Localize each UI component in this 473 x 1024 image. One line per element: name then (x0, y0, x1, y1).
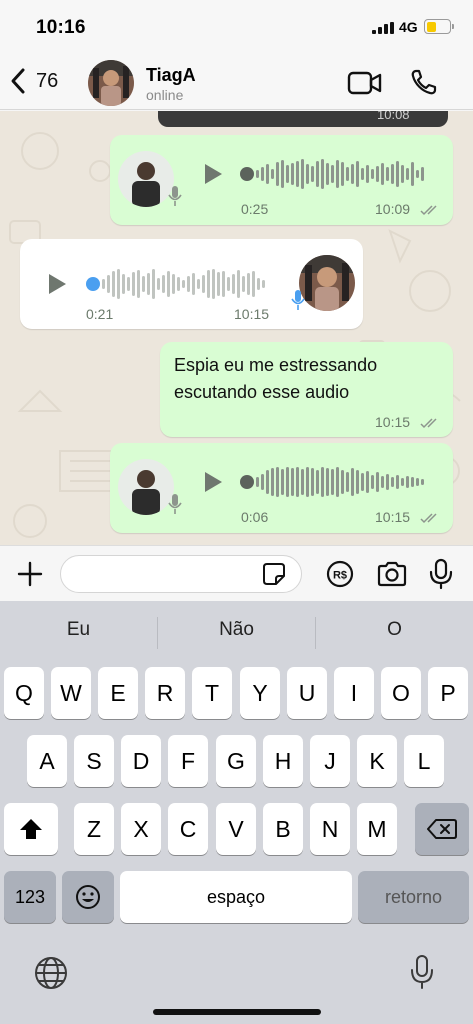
voice-message[interactable]: 0:06 10:15 (110, 443, 453, 533)
key-t[interactable]: T (192, 667, 232, 719)
chat-area[interactable]: 10:08 0:25 10:09 0:21 10:15 Espia eu me … (0, 111, 473, 545)
key-w[interactable]: W (51, 667, 91, 719)
key-z[interactable]: Z (74, 803, 114, 855)
play-icon[interactable] (202, 163, 224, 185)
voice-note-mic-icon (168, 186, 182, 206)
plus-icon[interactable] (16, 560, 44, 588)
unread-count: 76 (36, 69, 59, 92)
suggestion[interactable]: Eu (0, 619, 157, 641)
svg-text:R$: R$ (333, 570, 347, 582)
key-u[interactable]: U (287, 667, 327, 719)
battery-icon (424, 19, 451, 34)
key-a[interactable]: A (27, 735, 67, 787)
status-bar: 10:16 4G (0, 0, 473, 52)
key-v[interactable]: V (216, 803, 256, 855)
chat-header: 76 TiagA online (0, 52, 473, 110)
read-receipt-icon (420, 513, 437, 524)
key-g[interactable]: G (216, 735, 256, 787)
contact-status: online (146, 87, 184, 103)
key-f[interactable]: F (168, 735, 208, 787)
emoji-icon (76, 885, 100, 909)
sender-avatar (299, 255, 355, 311)
key-d[interactable]: D (121, 735, 161, 787)
message-time: 10:15 (375, 509, 411, 525)
chevron-left-icon (11, 68, 25, 94)
contact-name[interactable]: TiagA (146, 65, 196, 86)
key-p[interactable]: P (428, 667, 468, 719)
video-call-icon[interactable] (347, 70, 383, 96)
voice-duration: 0:06 (241, 509, 269, 525)
voice-duration: 0:25 (241, 201, 269, 217)
voice-duration: 0:21 (86, 306, 114, 322)
message-line: escutando esse audio (174, 382, 350, 402)
shift-key[interactable] (4, 803, 58, 855)
voice-message[interactable]: 0:25 10:09 (110, 135, 453, 225)
numbers-key[interactable]: 123 (4, 871, 56, 923)
dictation-mic-icon[interactable] (409, 954, 435, 990)
suggestion[interactable]: Não (158, 619, 315, 641)
key-s[interactable]: S (74, 735, 114, 787)
message-time: 10:15 (375, 414, 411, 430)
key-x[interactable]: X (121, 803, 161, 855)
return-key[interactable]: retorno (358, 871, 469, 923)
waveform[interactable] (102, 268, 265, 300)
space-key[interactable]: espaço (120, 871, 352, 923)
sender-avatar (118, 459, 174, 515)
key-k[interactable]: K (357, 735, 397, 787)
key-i[interactable]: I (334, 667, 374, 719)
voice-note-mic-icon (168, 494, 182, 514)
key-b[interactable]: B (263, 803, 303, 855)
camera-icon[interactable] (376, 560, 408, 588)
message-text: Espia eu me estressando escutando esse a… (174, 352, 377, 406)
voice-note-mic-icon (291, 290, 305, 310)
waveform[interactable] (256, 466, 424, 498)
signal-icon (372, 22, 394, 34)
home-indicator[interactable] (153, 1009, 321, 1015)
key-c[interactable]: C (168, 803, 208, 855)
playback-position-dot[interactable] (240, 475, 254, 489)
key-q[interactable]: Q (4, 667, 44, 719)
voice-message[interactable]: 0:21 10:15 (20, 239, 363, 329)
key-y[interactable]: Y (240, 667, 280, 719)
payment-icon[interactable]: R$ (326, 560, 354, 588)
key-h[interactable]: H (263, 735, 303, 787)
phone-call-icon[interactable] (410, 68, 438, 96)
suggestion[interactable]: O (316, 619, 473, 641)
message-time: 10:09 (375, 201, 411, 217)
key-j[interactable]: J (310, 735, 350, 787)
playback-position-dot[interactable] (240, 167, 254, 181)
key-l[interactable]: L (404, 735, 444, 787)
delete-key[interactable] (415, 803, 469, 855)
read-receipt-icon (420, 205, 437, 216)
playback-position-dot[interactable] (86, 277, 100, 291)
emoji-key[interactable] (62, 871, 114, 923)
waveform[interactable] (256, 158, 424, 190)
key-n[interactable]: N (310, 803, 350, 855)
battery-tip (452, 24, 454, 29)
sticker-icon[interactable] (262, 562, 286, 586)
status-time: 10:16 (36, 17, 86, 38)
read-receipt-icon (420, 418, 437, 429)
shift-icon (20, 819, 42, 839)
key-e[interactable]: E (98, 667, 138, 719)
globe-icon[interactable] (34, 956, 68, 990)
text-message[interactable]: Espia eu me estressando escutando esse a… (160, 342, 453, 437)
back-button[interactable]: 76 (8, 65, 68, 97)
network-label: 4G (399, 19, 418, 35)
message-line: Espia eu me estressando (174, 355, 378, 375)
play-icon[interactable] (202, 471, 224, 493)
message-time: 10:15 (234, 306, 270, 322)
sender-avatar (118, 151, 174, 207)
predictive-bar: Eu Não O (0, 601, 473, 663)
previous-message-time: 10:08 (377, 111, 410, 122)
key-m[interactable]: M (357, 803, 397, 855)
key-o[interactable]: O (381, 667, 421, 719)
keyboard: Eu Não O Q W E R T Y U I O P A S D F G H… (0, 601, 473, 1024)
key-r[interactable]: R (145, 667, 185, 719)
contact-avatar[interactable] (88, 60, 134, 106)
backspace-icon (427, 819, 457, 839)
microphone-icon[interactable] (428, 558, 454, 590)
play-icon[interactable] (46, 273, 68, 295)
message-input-bar: R$ (0, 545, 473, 601)
